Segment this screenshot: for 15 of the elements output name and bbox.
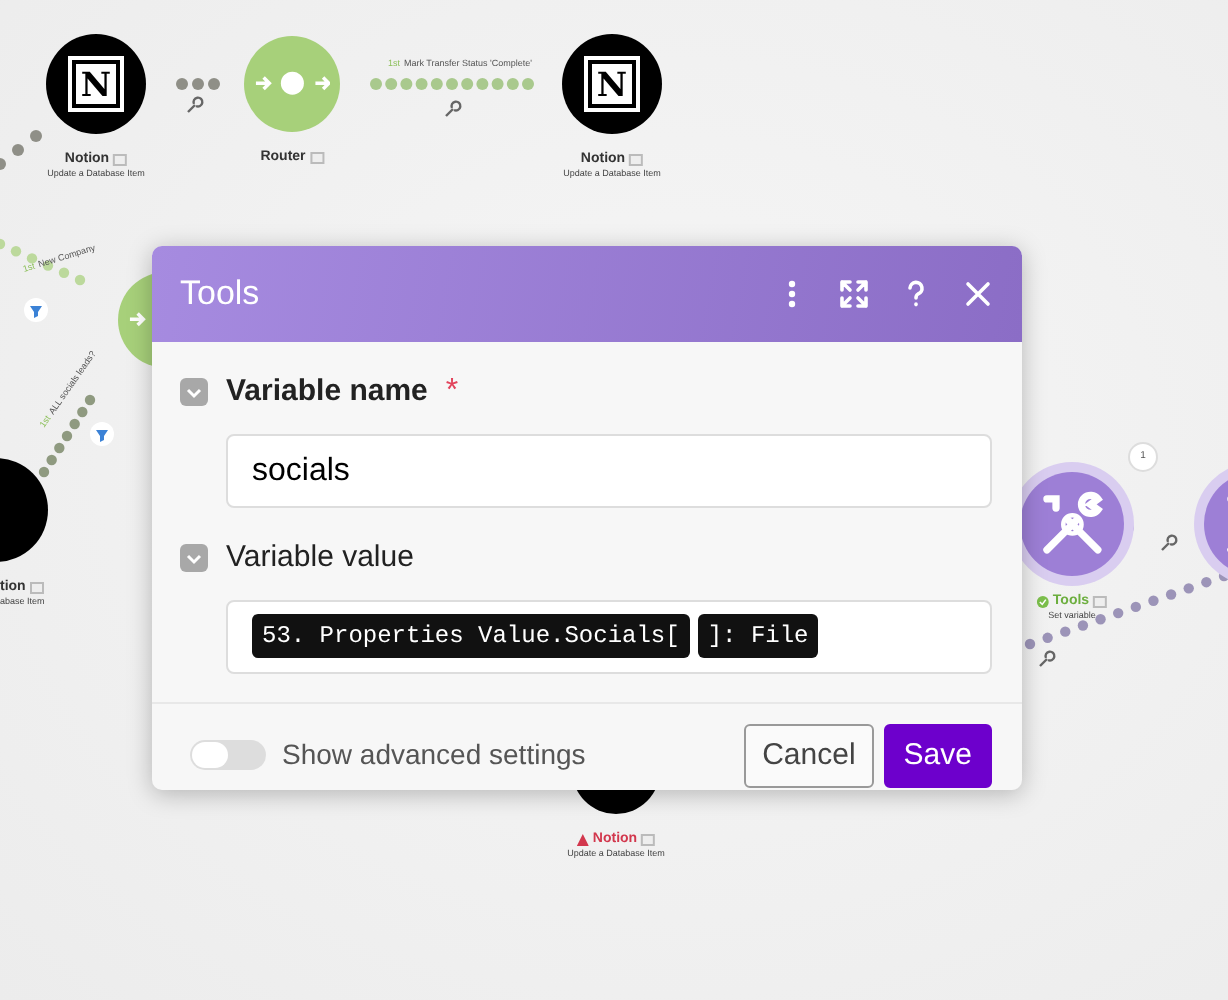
cancel-button[interactable]: Cancel	[744, 723, 874, 788]
save-button[interactable]: Save	[883, 723, 992, 788]
value-field[interactable]: 53. Properties Value.Socials[ ]: File	[226, 599, 992, 673]
notion-logo: N	[588, 60, 636, 108]
required-mark: *	[445, 372, 459, 412]
field-label: Variable value	[226, 538, 414, 578]
field-label: Variable name	[226, 371, 428, 412]
notion-logo: N	[72, 60, 120, 108]
toggle-label: Show advanced settings	[282, 736, 586, 775]
variable-pill[interactable]: 53. Properties Value.Socials[	[252, 614, 690, 658]
notion-node[interactable]: N	[46, 34, 146, 134]
variable-pill[interactable]: ]: File	[697, 614, 819, 658]
dialog-title: Tools	[180, 272, 260, 317]
notion-node[interactable]: N	[562, 34, 662, 134]
text-field[interactable]: socials	[226, 434, 992, 508]
